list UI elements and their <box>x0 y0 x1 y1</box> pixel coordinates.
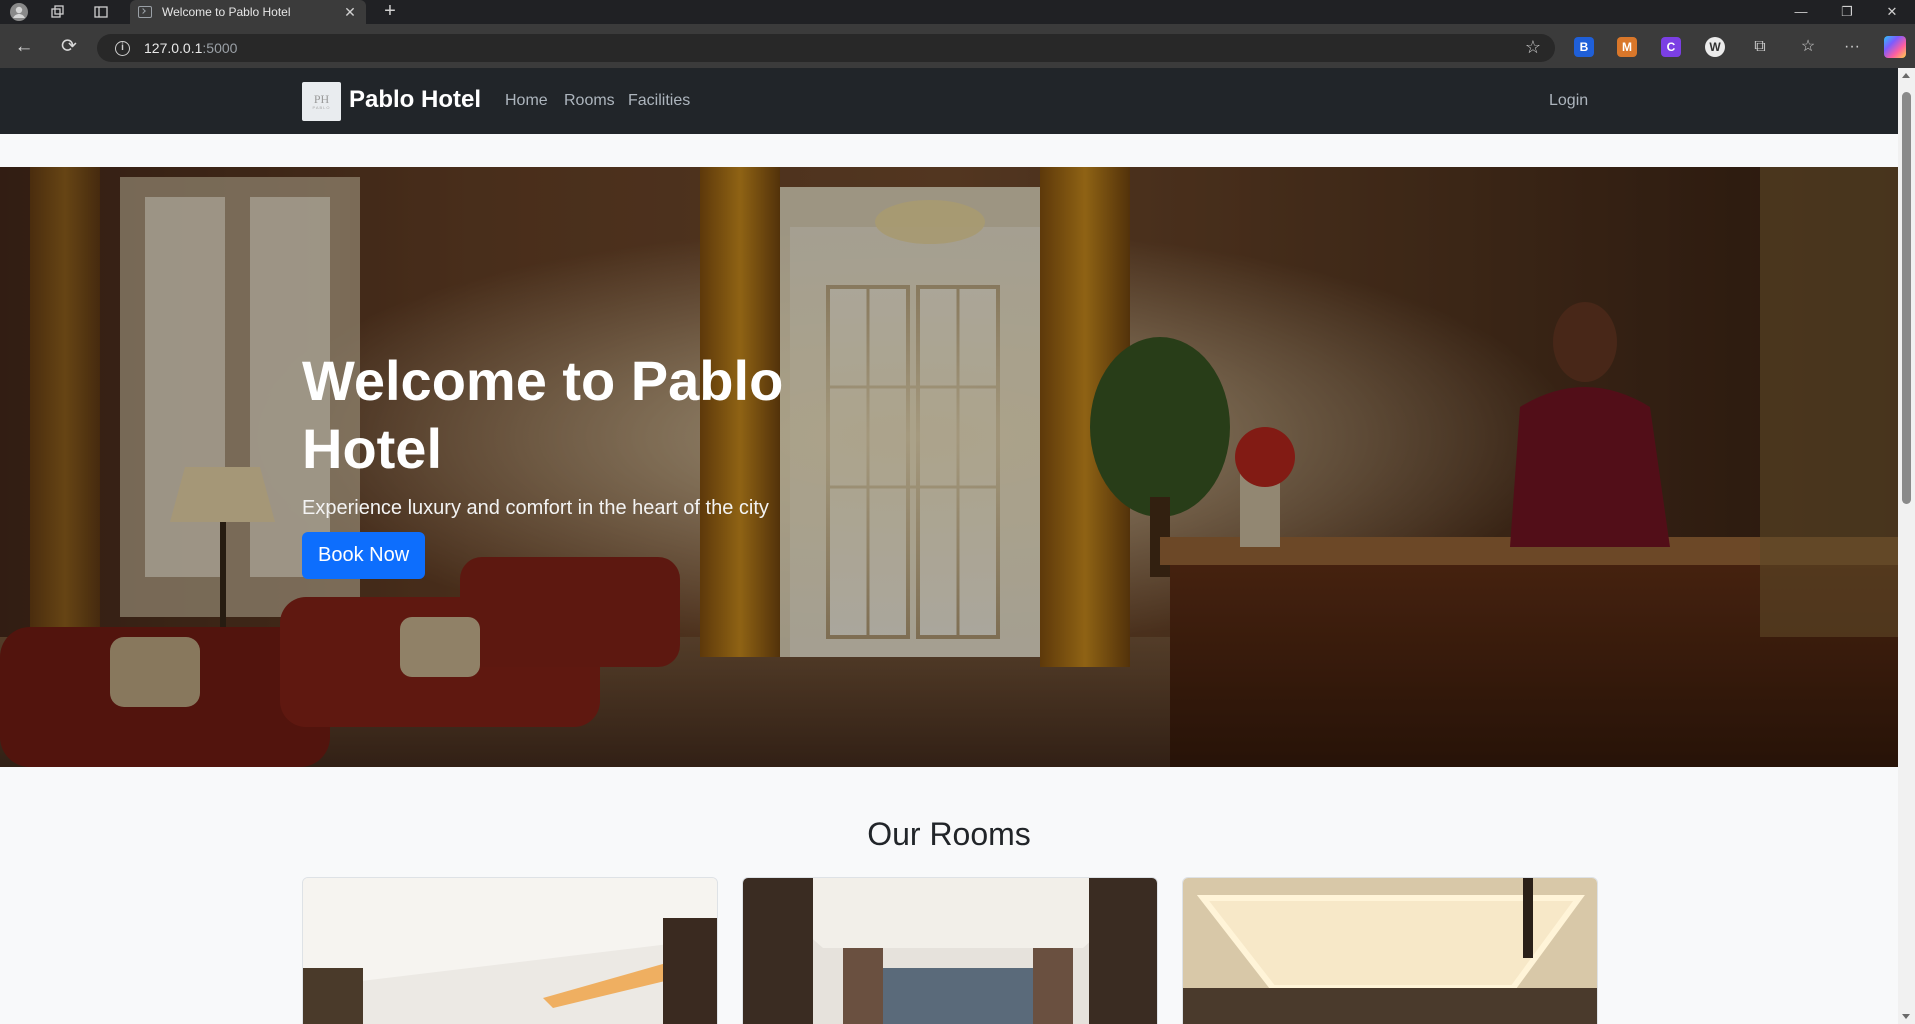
hotel-lobby-image <box>0 167 1898 767</box>
room-card-3[interactable] <box>1182 877 1598 1024</box>
login-link[interactable]: Login <box>1549 92 1588 110</box>
nav-link-facilities[interactable]: Facilities <box>628 92 690 110</box>
workspaces-icon[interactable] <box>47 1 69 23</box>
hotel-logo[interactable]: PH PABLO <box>302 82 341 121</box>
metamask-extension-icon[interactable]: M <box>1617 37 1637 57</box>
browser-toolbar: ← ⟳ i 127.0.0.1:5000 ☆ B M C W ⧉ ☆ ··· <box>0 24 1915 68</box>
profile-avatar-icon[interactable] <box>8 1 30 23</box>
site-info-icon[interactable]: i <box>115 40 130 56</box>
nav-link-home[interactable]: Home <box>505 92 548 110</box>
new-tab-button[interactable]: + <box>378 0 402 24</box>
brand-name[interactable]: Pablo Hotel <box>349 86 481 114</box>
extensions-puzzle-icon[interactable]: ⧉ <box>1749 36 1771 58</box>
browser-tab-active[interactable]: Welcome to Pablo Hotel ✕ <box>130 0 366 24</box>
book-now-button[interactable]: Book Now <box>302 532 426 579</box>
favorite-star-icon[interactable]: ☆ <box>1525 37 1541 58</box>
hero-section: Welcome to Pablo Hotel Experience luxury… <box>0 167 1898 767</box>
restore-window-button[interactable]: ❐ <box>1824 0 1870 24</box>
browser-tab-strip: Welcome to Pablo Hotel ✕ + — ❐ ✕ <box>0 0 1915 24</box>
hero-title: Welcome to Pablo Hotel <box>302 349 784 480</box>
url-port: :5000 <box>202 40 238 56</box>
scrollbar-thumb[interactable] <box>1902 92 1911 504</box>
url-text: 127.0.0.1:5000 <box>144 40 237 56</box>
vertical-tabs-icon[interactable] <box>90 1 112 23</box>
scroll-up-arrow-icon[interactable] <box>1902 73 1910 78</box>
logo-subtext: PABLO <box>312 105 331 110</box>
close-window-button[interactable]: ✕ <box>1869 0 1915 24</box>
purple-extension-icon[interactable]: C <box>1661 37 1681 57</box>
bitwarden-extension-icon[interactable]: B <box>1574 37 1594 57</box>
url-host: 127.0.0.1 <box>144 40 203 56</box>
reload-button[interactable]: ⟳ <box>56 34 82 60</box>
minimize-window-button[interactable]: — <box>1778 0 1824 24</box>
room-photo-3 <box>1183 878 1597 1024</box>
address-bar[interactable]: i 127.0.0.1:5000 ☆ <box>97 34 1555 62</box>
logo-monogram: PH <box>313 92 330 106</box>
rooms-section-title: Our Rooms <box>867 816 1031 852</box>
close-tab-icon[interactable]: ✕ <box>342 4 358 21</box>
room-photo-1 <box>303 878 717 1024</box>
room-card-2[interactable] <box>742 877 1158 1024</box>
page-viewport: PH PABLO Pablo Hotel Home Rooms Faciliti… <box>0 68 1898 1024</box>
hero-subtitle: Experience luxury and comfort in the hea… <box>302 497 769 519</box>
scroll-down-arrow-icon[interactable] <box>1902 1014 1910 1019</box>
back-button[interactable]: ← <box>11 34 37 60</box>
copilot-icon[interactable] <box>1884 36 1906 58</box>
tab-title: Welcome to Pablo Hotel <box>162 5 291 19</box>
w-extension-icon[interactable]: W <box>1705 37 1725 57</box>
room-photo-2 <box>743 878 1157 1024</box>
room-card-1[interactable] <box>302 877 718 1024</box>
favorites-icon[interactable]: ☆ <box>1797 36 1819 58</box>
hero-content: Welcome to Pablo Hotel Experience luxury… <box>302 347 902 579</box>
nav-link-rooms[interactable]: Rooms <box>564 92 615 110</box>
page-scrollbar[interactable] <box>1898 68 1915 1024</box>
terminal-favicon-icon <box>138 6 152 18</box>
site-navbar: PH PABLO Pablo Hotel Home Rooms Faciliti… <box>0 68 1898 134</box>
more-menu-icon[interactable]: ··· <box>1841 36 1863 58</box>
